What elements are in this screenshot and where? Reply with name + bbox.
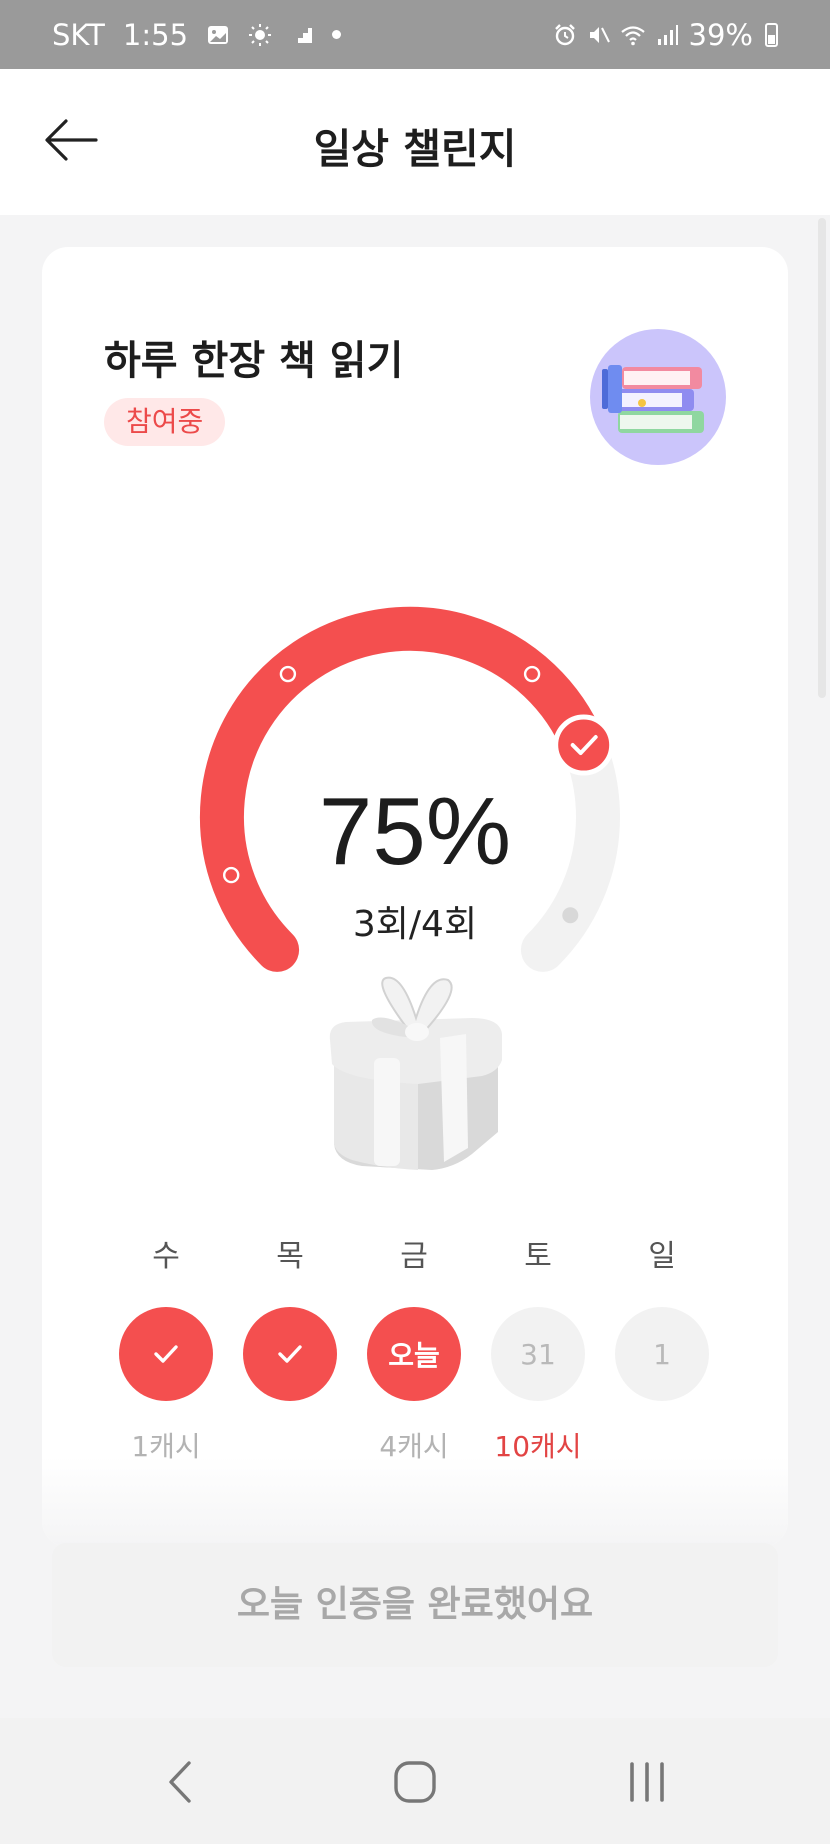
day-circle-future: 31 xyxy=(491,1307,585,1401)
challenge-card: 하루 한장 책 읽기 참여중 75% 3회/4회 수 1캐시 목 금 오늘 4캐시 토 31 1… xyxy=(42,247,788,1547)
carrier-text: SKT xyxy=(52,17,105,52)
signal-icon xyxy=(657,24,678,45)
day-circle-future: 1 xyxy=(615,1307,709,1401)
day-column: 금 오늘 4캐시 xyxy=(366,1237,462,1465)
battery-icon xyxy=(765,22,778,47)
recents-icon xyxy=(630,1762,664,1802)
day-column: 토 31 10캐시 xyxy=(490,1237,586,1465)
day-circle-done xyxy=(119,1307,213,1401)
progress-count: 3회/4회 xyxy=(352,904,478,945)
day-text: 31 xyxy=(520,1337,556,1371)
home-icon xyxy=(394,1761,436,1803)
battery-percent: 39% xyxy=(688,17,753,52)
wifi-icon xyxy=(620,25,645,45)
day-label: 토 xyxy=(524,1239,552,1274)
progress-percent: 75% xyxy=(318,778,512,885)
stairs-icon xyxy=(292,27,313,43)
day-column: 목 xyxy=(242,1237,338,1465)
gallery-icon xyxy=(208,25,229,44)
day-label: 수 xyxy=(152,1239,180,1274)
nav-home-button[interactable] xyxy=(380,1752,450,1812)
nav-recents-button[interactable] xyxy=(612,1752,682,1812)
dot-icon xyxy=(332,30,342,39)
system-nav-bar xyxy=(0,1718,830,1844)
alarm-icon xyxy=(554,23,575,45)
sun-icon xyxy=(249,23,272,46)
day-text: 오늘 xyxy=(388,1339,440,1372)
scrollbar[interactable] xyxy=(818,218,826,698)
card-fade xyxy=(42,1457,788,1547)
day-label: 금 xyxy=(400,1239,428,1274)
time-text: 1:55 xyxy=(122,17,189,52)
day-label: 일 xyxy=(648,1239,676,1274)
chevron-left-icon xyxy=(169,1761,191,1803)
day-text: 1 xyxy=(653,1337,671,1371)
day-label: 목 xyxy=(276,1239,304,1274)
gift-icon xyxy=(329,976,502,1170)
day-circle-done xyxy=(243,1307,337,1401)
page-title: 일상 챌린지 xyxy=(313,125,517,173)
gauge-current-marker xyxy=(553,714,615,776)
status-bar: SKT 1:55 39% xyxy=(0,0,830,69)
day-circle-today: 오늘 xyxy=(367,1307,461,1401)
nav-back-button[interactable] xyxy=(146,1752,216,1812)
mute-icon xyxy=(589,26,610,43)
check-icon xyxy=(278,1345,302,1363)
complete-button[interactable]: 오늘 인증을 완료했어요 xyxy=(52,1543,778,1667)
day-column: 수 1캐시 xyxy=(118,1237,214,1465)
app-header: 일상 챌린지 xyxy=(0,69,830,215)
day-column: 일1 xyxy=(614,1237,710,1465)
check-icon xyxy=(154,1345,178,1363)
